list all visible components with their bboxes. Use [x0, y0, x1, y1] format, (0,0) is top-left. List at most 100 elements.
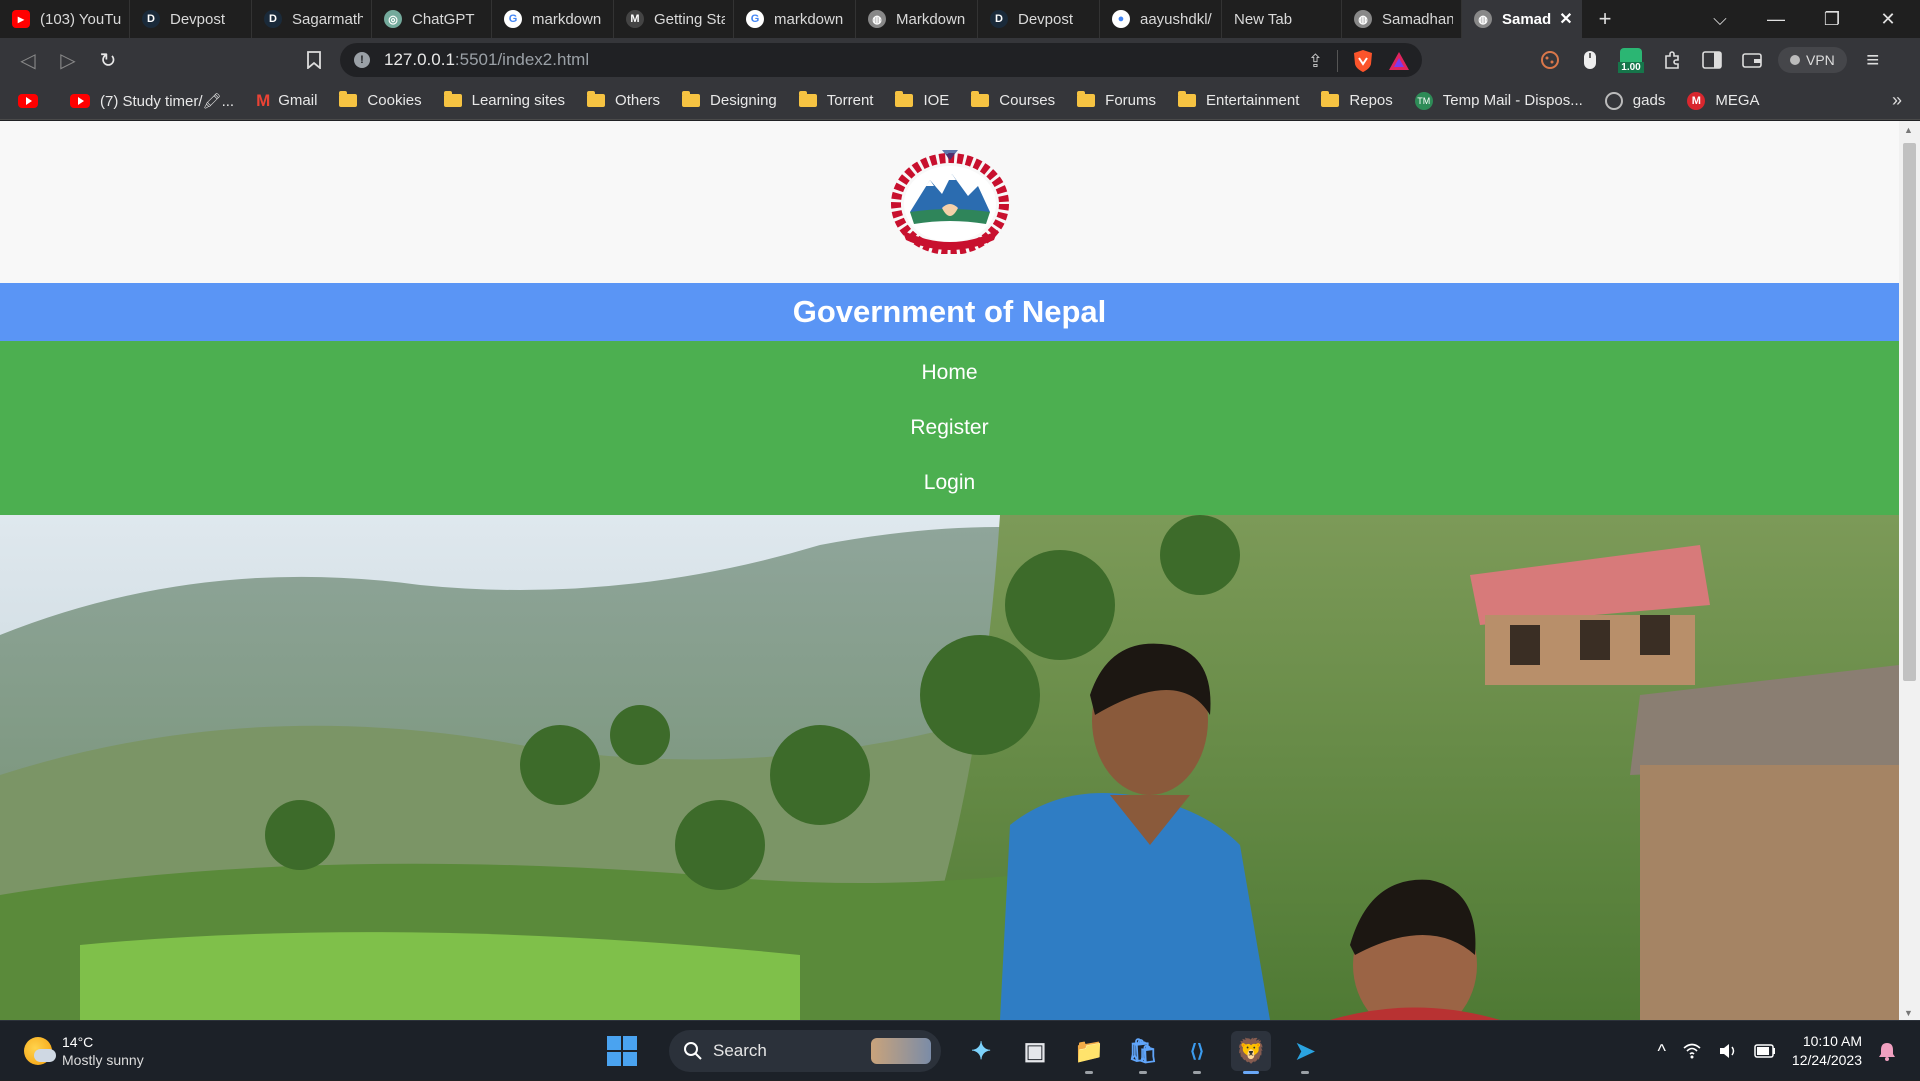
- running-indicator: [1085, 1071, 1093, 1074]
- nav-link-home[interactable]: Home: [921, 361, 977, 385]
- browser-tab[interactable]: D Devpost: [978, 0, 1100, 38]
- tab-title: Samadhan: [1382, 10, 1453, 28]
- taskbar-search[interactable]: Search: [669, 1030, 941, 1072]
- bookmark-item[interactable]: M Gmail: [256, 91, 317, 111]
- tab-title: Devpost: [170, 10, 226, 28]
- file-explorer-icon[interactable]: 📁: [1069, 1031, 1109, 1074]
- close-window-button[interactable]: ✕: [1860, 0, 1916, 38]
- bookmark-item[interactable]: Forums: [1077, 91, 1156, 109]
- gmail-icon: M: [256, 90, 271, 110]
- browser-tab[interactable]: ▶ (103) YouTu: [0, 0, 130, 38]
- scroll-down-arrow-icon[interactable]: ▼: [1904, 1008, 1913, 1018]
- bookmark-item[interactable]: Designing: [682, 91, 777, 109]
- app-glyph: ➤: [1294, 1037, 1316, 1065]
- bookmark-item[interactable]: TM Temp Mail - Dispos...: [1414, 91, 1583, 110]
- url-host: 127.0.0.1: [384, 50, 455, 69]
- browser-tab[interactable]: New Tab: [1222, 0, 1342, 38]
- devpost-icon: D: [264, 10, 282, 28]
- volume-icon[interactable]: [1718, 1043, 1738, 1059]
- wifi-icon[interactable]: [1682, 1043, 1702, 1059]
- task-view-icon[interactable]: ▣: [1015, 1031, 1055, 1071]
- globe-icon: [1604, 91, 1623, 110]
- vpn-status-icon: [1790, 55, 1800, 65]
- bookmark-page-button[interactable]: [294, 40, 334, 80]
- site-info-icon[interactable]: !: [354, 52, 370, 68]
- bookmark-item[interactable]: Learning sites: [443, 91, 565, 109]
- extensions-puzzle-icon[interactable]: [1658, 46, 1686, 74]
- bookmark-item[interactable]: Courses: [971, 91, 1055, 109]
- vpn-button[interactable]: VPN: [1778, 47, 1847, 73]
- bookmark-label: Repos: [1349, 92, 1393, 109]
- browser-tab[interactable]: Gmarkdown: [734, 0, 856, 38]
- minimize-button[interactable]: —: [1748, 0, 1804, 38]
- browser-tab[interactable]: ◍ Samadhan: [1342, 0, 1462, 38]
- folder-icon: [895, 91, 914, 107]
- forward-button[interactable]: ▷: [48, 40, 88, 80]
- brave-icon[interactable]: 🦁: [1231, 1031, 1271, 1074]
- telegram-icon[interactable]: ➤: [1285, 1031, 1325, 1074]
- more-bookmarks-button[interactable]: »: [1892, 90, 1902, 111]
- nav-link-register[interactable]: Register: [910, 416, 988, 440]
- sidebar-toggle-icon[interactable]: [1698, 46, 1726, 74]
- brave-shield-icon[interactable]: [1352, 49, 1374, 73]
- page-scrollbar[interactable]: ▲ ▼: [1899, 121, 1920, 1020]
- bookmark-label: Entertainment: [1206, 92, 1300, 109]
- tab-search-button[interactable]: ⌵: [1692, 0, 1748, 38]
- bookmark-item[interactable]: Cookies: [339, 91, 422, 109]
- tab-close-icon[interactable]: ✕: [1559, 9, 1572, 29]
- browser-tab[interactable]: D Devpost: [130, 0, 252, 38]
- clock[interactable]: 10:10 AM 12/24/2023: [1792, 1032, 1862, 1070]
- share-icon[interactable]: ⇪: [1308, 51, 1323, 72]
- scrollbar-thumb[interactable]: [1903, 143, 1916, 681]
- brave-rewards-icon[interactable]: [1388, 51, 1410, 71]
- bookmark-label: Others: [615, 92, 661, 109]
- back-button[interactable]: ◁: [8, 40, 48, 80]
- bookmark-item[interactable]: Entertainment: [1178, 91, 1300, 109]
- browser-tab[interactable]: ◍ Markdown: [856, 0, 978, 38]
- vscode-icon[interactable]: ⟨⟩: [1177, 1031, 1217, 1074]
- bookmark-item[interactable]: IOE: [895, 91, 949, 109]
- wallet-icon[interactable]: [1738, 46, 1766, 74]
- scroll-up-arrow-icon[interactable]: ▲: [1904, 125, 1913, 135]
- bookmark-item[interactable]: [18, 93, 48, 108]
- bookmark-label: Temp Mail - Dispos...: [1442, 92, 1583, 109]
- browser-tab[interactable]: ● aayushdkl/: [1100, 0, 1222, 38]
- mouse-extension-icon[interactable]: [1576, 46, 1604, 74]
- speed-extension-icon[interactable]: 1.00: [1616, 46, 1646, 74]
- battery-icon[interactable]: [1754, 1044, 1776, 1058]
- url-path: :5501/index2.html: [454, 50, 590, 69]
- browser-tab[interactable]: D Sagarmatha: [252, 0, 372, 38]
- restore-button[interactable]: ❐: [1804, 0, 1860, 38]
- browser-tab[interactable]: Gmarkdown: [492, 0, 614, 38]
- bookmark-item[interactable]: Others: [587, 91, 661, 109]
- app-glyph: 🦁: [1236, 1037, 1266, 1065]
- browser-tab[interactable]: ◎ ChatGPT: [372, 0, 492, 38]
- bookmark-label: (7) Study timer/🖍...: [100, 92, 235, 110]
- microsoft-store-icon[interactable]: 🛍: [1123, 1031, 1163, 1074]
- reload-button[interactable]: ↻: [88, 40, 128, 80]
- notification-bell-icon[interactable]: [1878, 1041, 1896, 1061]
- youtube-icon: [70, 93, 90, 108]
- markdown-icon: M: [626, 10, 644, 28]
- tray-overflow-chevron-icon[interactable]: ^: [1657, 1041, 1665, 1062]
- bookmark-item[interactable]: M MEGA: [1687, 91, 1760, 110]
- copilot-icon[interactable]: ✦: [961, 1031, 1001, 1071]
- nav-link-login[interactable]: Login: [924, 471, 975, 495]
- browser-menu-button[interactable]: ≡: [1859, 46, 1887, 74]
- bookmark-item[interactable]: gads: [1604, 91, 1665, 110]
- bookmark-label: Cookies: [367, 92, 422, 109]
- bookmark-item[interactable]: (7) Study timer/🖍...: [70, 92, 234, 110]
- bookmark-item[interactable]: Torrent: [798, 91, 873, 109]
- page-viewport: Government of Nepal Home Register Login: [0, 121, 1920, 1020]
- weather-widget[interactable]: 14°C Mostly sunny: [24, 1033, 144, 1069]
- start-button[interactable]: [607, 1036, 637, 1066]
- new-tab-button[interactable]: +: [1582, 0, 1628, 38]
- omnibox-actions: ⇪: [1308, 49, 1410, 73]
- bookmark-item[interactable]: Repos: [1321, 91, 1393, 109]
- browser-tab[interactable]: ◍ Samad ✕: [1462, 0, 1582, 38]
- cookie-extension-icon[interactable]: [1536, 46, 1564, 74]
- temperature: 14°C: [62, 1034, 94, 1050]
- address-bar[interactable]: ! 127.0.0.1:5501/index2.html ⇪: [340, 43, 1422, 77]
- folder-icon: [798, 91, 817, 107]
- browser-tab[interactable]: M Getting Sta: [614, 0, 734, 38]
